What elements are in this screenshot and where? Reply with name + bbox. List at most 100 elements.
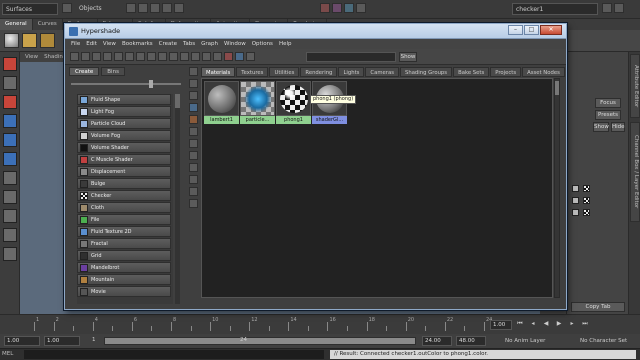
- materials-area[interactable]: shaderGl... phong1 particle... lambert1 pho…: [201, 78, 553, 298]
- menu-tabs[interactable]: Tabs: [183, 39, 195, 49]
- manipulator-tool-icon[interactable]: [3, 171, 17, 185]
- rotate-tool-icon[interactable]: [3, 133, 17, 147]
- create-list-item[interactable]: C Muscle Shader: [77, 154, 171, 165]
- range-end-field[interactable]: 24.00: [422, 336, 452, 346]
- create-list-scrollbar[interactable]: [175, 94, 180, 304]
- copy-tab-button[interactable]: Copy Tab: [571, 302, 625, 312]
- lasso-tool-icon[interactable]: [3, 76, 17, 90]
- tab-asset-nodes[interactable]: Asset Nodes: [522, 67, 565, 77]
- shader-icon[interactable]: [189, 103, 198, 112]
- sort-by-name-icon[interactable]: [114, 52, 123, 61]
- maximize-button[interactable]: □: [524, 25, 539, 35]
- play-back-icon[interactable]: ◀: [542, 320, 550, 328]
- snap-grid-icon[interactable]: [126, 3, 136, 13]
- attribute-editor-tab[interactable]: Attribute Editor: [630, 54, 640, 118]
- make-live-icon[interactable]: [174, 3, 184, 13]
- layout-bottom-icon[interactable]: [92, 52, 101, 61]
- create-list-item[interactable]: Fluid Texture 2D: [77, 226, 171, 237]
- tab-cameras[interactable]: Cameras: [365, 67, 399, 77]
- light-icon[interactable]: [189, 127, 198, 136]
- snap-point-icon[interactable]: [150, 3, 160, 13]
- paint-select-tool-icon[interactable]: [3, 95, 17, 109]
- material-swatch[interactable]: phong1: [276, 81, 311, 124]
- render-globals-icon[interactable]: [246, 52, 255, 61]
- snap-curve-icon[interactable]: [138, 3, 148, 13]
- create-list-item[interactable]: Light Fog: [77, 106, 171, 117]
- input-field[interactable]: checker1: [512, 3, 598, 15]
- top-tabs-icon[interactable]: [189, 67, 198, 76]
- object-mode-select[interactable]: Objects: [76, 3, 122, 15]
- tab-textures[interactable]: Textures: [236, 67, 269, 77]
- tab-create[interactable]: Create: [69, 67, 100, 76]
- menu-set-select[interactable]: Surfaces: [2, 3, 58, 15]
- sort-by-type-icon[interactable]: [125, 52, 134, 61]
- menu-graph[interactable]: Graph: [201, 39, 218, 49]
- presets-button[interactable]: Presets: [595, 110, 621, 120]
- start-time-field[interactable]: 1.00: [4, 336, 40, 346]
- toggle-channel-box-icon[interactable]: [614, 3, 624, 13]
- shelf-tab-general[interactable]: General: [0, 19, 33, 30]
- window-titlebar[interactable]: Hypershade – □ ✕: [65, 24, 566, 39]
- create-list-item[interactable]: Grid: [77, 250, 171, 261]
- toggle-create-bar-icon[interactable]: [70, 52, 79, 61]
- create-list-item[interactable]: Volume Fog: [77, 130, 171, 141]
- channel-box-tab[interactable]: Channel Box / Layer Editor: [630, 122, 640, 222]
- play-forward-icon[interactable]: ▶: [555, 320, 563, 328]
- work-area-icon[interactable]: [189, 91, 198, 100]
- select-hierarchy-icon[interactable]: [62, 3, 72, 13]
- menu-options[interactable]: Options: [252, 39, 273, 49]
- tab-bins[interactable]: Bins: [101, 67, 125, 76]
- texture-icon[interactable]: [189, 115, 198, 124]
- bottom-tabs-icon[interactable]: [189, 79, 198, 88]
- materials-scrollbar[interactable]: [554, 78, 560, 298]
- menu-edit[interactable]: Edit: [86, 39, 97, 49]
- ipr-render-icon[interactable]: [344, 3, 354, 13]
- sort-by-time-icon[interactable]: [136, 52, 145, 61]
- range-slider[interactable]: [104, 337, 416, 345]
- tab-materials[interactable]: Materials: [201, 67, 236, 77]
- snap-plane-icon[interactable]: [162, 3, 172, 13]
- go-to-start-icon[interactable]: ⏮: [516, 320, 524, 328]
- create-list-item[interactable]: Mandelbrot: [77, 262, 171, 273]
- icon-size-slider[interactable]: [71, 80, 181, 88]
- cylinder-primitive-icon[interactable]: [40, 33, 55, 48]
- graph-materials-icon[interactable]: [169, 52, 178, 61]
- menu-window[interactable]: Window: [224, 39, 246, 49]
- anim-layer-select[interactable]: No Anim Layer: [505, 336, 545, 346]
- filter-field[interactable]: [306, 52, 396, 62]
- render-icon[interactable]: [224, 52, 233, 61]
- range-start-field[interactable]: 1.00: [44, 336, 80, 346]
- outliner-layout-icon[interactable]: [3, 247, 17, 261]
- layout-four-icon[interactable]: [3, 228, 17, 242]
- sphere-primitive-icon[interactable]: [4, 33, 19, 48]
- create-list-item[interactable]: File: [77, 214, 171, 225]
- material-swatch[interactable]: particle...: [240, 81, 275, 124]
- menu-bookmarks[interactable]: Bookmarks: [122, 39, 153, 49]
- utility-icon[interactable]: [189, 151, 198, 160]
- layout-both-icon[interactable]: [103, 52, 112, 61]
- input-connections-icon[interactable]: [180, 52, 189, 61]
- tab-shading-groups[interactable]: Shading Groups: [399, 67, 453, 77]
- bookmark-icon[interactable]: [189, 163, 198, 172]
- color-swatch[interactable]: [572, 208, 579, 216]
- clear-icon[interactable]: [189, 187, 198, 196]
- command-input[interactable]: [24, 350, 324, 359]
- shelf-tab-curves[interactable]: Curves: [33, 19, 63, 30]
- layout-top-icon[interactable]: [81, 52, 90, 61]
- tab-utilities[interactable]: Utilities: [269, 67, 300, 77]
- menu-help[interactable]: Help: [279, 39, 292, 49]
- checker-map-icon[interactable]: [583, 184, 590, 192]
- color-swatch[interactable]: [572, 184, 579, 192]
- refresh-icon[interactable]: [189, 199, 198, 208]
- tab-projects[interactable]: Projects: [490, 67, 522, 77]
- menu-create[interactable]: Create: [159, 39, 177, 49]
- create-list-item[interactable]: Bulge: [77, 178, 171, 189]
- create-list-item[interactable]: Particle Cloud: [77, 118, 171, 129]
- hide-button[interactable]: Hide: [611, 122, 625, 132]
- camera-icon[interactable]: [189, 139, 198, 148]
- select-tool-icon[interactable]: [3, 57, 17, 71]
- focus-button[interactable]: Focus: [595, 98, 621, 108]
- current-frame-field[interactable]: 1.00: [490, 320, 512, 330]
- checker-map-icon[interactable]: [583, 196, 590, 204]
- scale-tool-icon[interactable]: [3, 152, 17, 166]
